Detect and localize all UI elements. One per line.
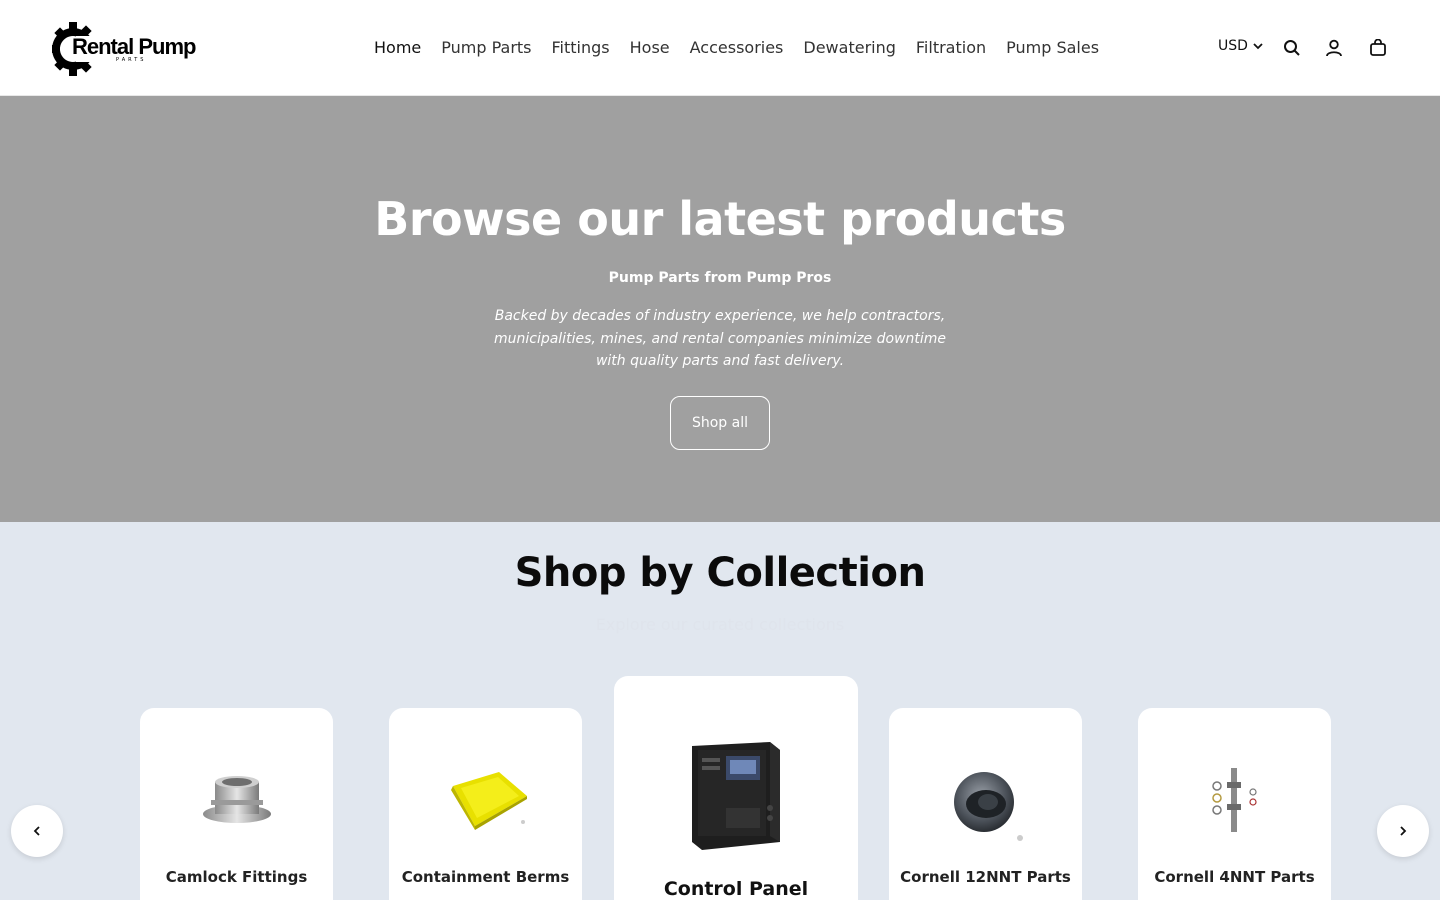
nav-item-hose[interactable]: Hose bbox=[620, 34, 680, 62]
hero-subtitle: Pump Parts from Pump Pros bbox=[608, 270, 832, 286]
nav-item-fittings[interactable]: Fittings bbox=[542, 34, 620, 62]
nav-item-dewatering[interactable]: Dewatering bbox=[793, 34, 906, 62]
collection-card-cornell-12nnt[interactable]: Cornell 12NNT Parts bbox=[889, 708, 1082, 900]
chevron-right-icon bbox=[1400, 826, 1407, 836]
shop-all-button[interactable]: Shop all bbox=[670, 396, 770, 450]
collection-card-camlock[interactable]: Camlock Fittings bbox=[140, 708, 333, 900]
camlock-fitting-image bbox=[202, 776, 271, 823]
nav-item-pump-sales[interactable]: Pump Sales bbox=[996, 34, 1109, 62]
control-panel-image bbox=[692, 742, 780, 850]
card-title: Control Panel bbox=[663, 878, 809, 900]
nav-item-home[interactable]: Home bbox=[364, 34, 431, 62]
cornell-4nnt-image bbox=[1211, 768, 1257, 832]
collection-card-control-panel[interactable]: Control Panel bbox=[614, 676, 858, 900]
hero-banner: Browse our latest products Pump Parts fr… bbox=[0, 96, 1440, 522]
nav-item-filtration[interactable]: Filtration bbox=[906, 34, 996, 62]
currency-label: USD bbox=[1218, 38, 1248, 54]
collection-subtitle: Explore our curated collections bbox=[595, 615, 845, 634]
card-title: Cornell 4NNT Parts bbox=[1154, 868, 1315, 886]
account-icon[interactable] bbox=[1322, 36, 1346, 60]
card-title: Cornell 12NNT Parts bbox=[900, 868, 1071, 886]
brand-logo[interactable]: Rental Pump PARTS bbox=[52, 20, 197, 78]
hero-title: Browse our latest products bbox=[374, 192, 1066, 246]
hero-description: Backed by decades of industry experience… bbox=[493, 308, 947, 369]
collection-card-containment-berms[interactable]: Containment Berms bbox=[389, 708, 582, 900]
card-title: Containment Berms bbox=[401, 868, 570, 886]
main-nav: Home Pump Parts Fittings Hose Accessorie… bbox=[364, 34, 1109, 62]
search-icon[interactable] bbox=[1280, 36, 1304, 60]
site-header: Rental Pump PARTS Home Pump Parts Fittin… bbox=[0, 0, 1440, 96]
currency-selector[interactable]: USD bbox=[1218, 38, 1264, 54]
chevron-left-icon bbox=[33, 826, 40, 836]
cart-icon[interactable] bbox=[1366, 36, 1390, 60]
nav-item-accessories[interactable]: Accessories bbox=[680, 34, 794, 62]
collection-card-cornell-4nnt[interactable]: Cornell 4NNT Parts bbox=[1138, 708, 1331, 900]
carousel-prev-button[interactable] bbox=[11, 805, 63, 857]
collection-title: Shop by Collection bbox=[514, 550, 926, 596]
containment-berm-image bbox=[450, 772, 527, 830]
cornell-12nnt-image bbox=[953, 772, 1023, 841]
shop-by-collection: Shop by Collection Explore our curated c… bbox=[0, 522, 1440, 900]
nav-item-pump-parts[interactable]: Pump Parts bbox=[431, 34, 541, 62]
chevron-down-icon bbox=[1253, 43, 1263, 50]
brand-sub: PARTS bbox=[116, 57, 147, 63]
carousel-next-button[interactable] bbox=[1377, 805, 1429, 857]
card-title: Camlock Fittings bbox=[165, 868, 308, 886]
